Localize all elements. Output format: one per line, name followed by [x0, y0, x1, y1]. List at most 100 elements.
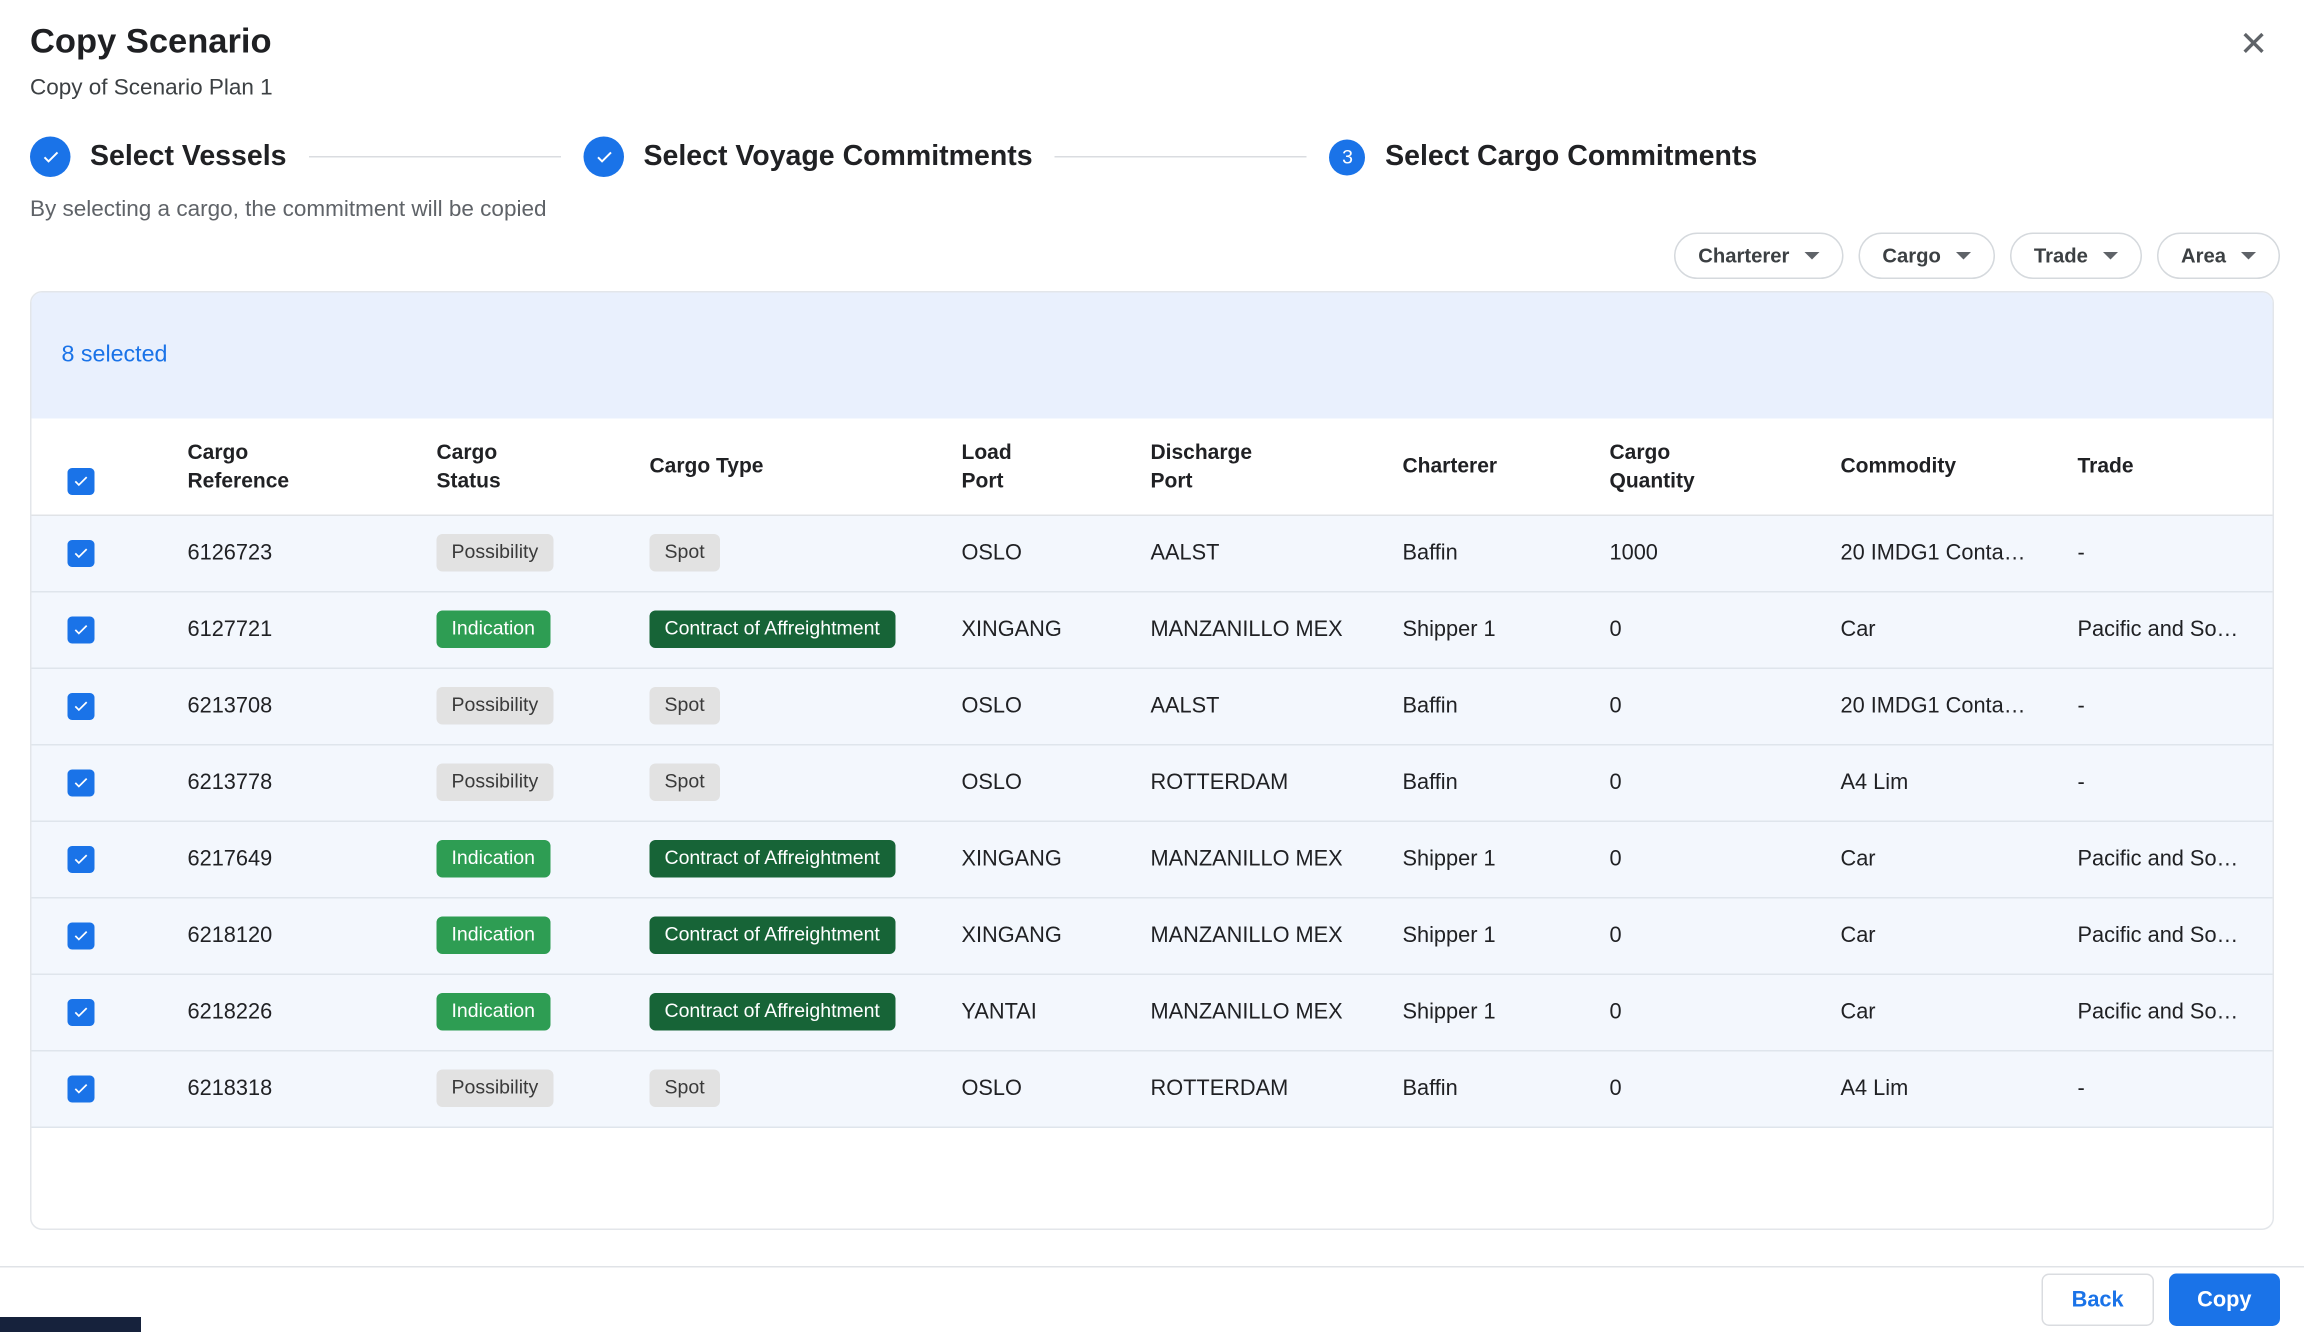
cell-load-port: OSLO — [944, 1050, 1133, 1127]
row-checkbox[interactable] — [68, 998, 95, 1025]
filter-label: Cargo — [1882, 245, 1941, 268]
step-connector — [1055, 156, 1307, 158]
chevron-down-icon — [1956, 252, 1971, 260]
modal-footer: Back Copy — [0, 1266, 2304, 1332]
cell-cargo-reference: 6213778 — [170, 744, 419, 821]
modal-header: Copy Scenario Copy of Scenario Plan 1 ✕ — [0, 0, 2304, 101]
chevron-down-icon — [1804, 252, 1819, 260]
cargo-status-badge: Indication — [437, 994, 550, 1030]
step-hint-text: By selecting a cargo, the commitment wil… — [0, 197, 2304, 223]
table-row: 6218318PossibilitySpotOSLOROTTERDAMBaffi… — [32, 1050, 2275, 1127]
filter-label: Trade — [2034, 245, 2088, 268]
cell-trade: Pacific and So… — [2060, 897, 2275, 974]
step-label: Select Vessels — [90, 140, 287, 173]
cargo-status-badge: Possibility — [437, 535, 554, 571]
column-header-cargo-status: Cargo Status — [419, 419, 632, 515]
cell-trade: - — [2060, 668, 2275, 745]
cell-commodity: 20 IMDG1 Conta… — [1823, 668, 2060, 745]
cargo-status-badge: Possibility — [437, 764, 554, 800]
step-label: Select Voyage Commitments — [644, 140, 1033, 173]
row-checkbox[interactable] — [68, 922, 95, 949]
column-header-charterer: Charterer — [1385, 419, 1592, 515]
cell-charterer: Baffin — [1385, 744, 1592, 821]
cell-load-port: XINGANG — [944, 821, 1133, 898]
cargo-commitments-table-card: 8 selected Cargo Reference Cargo Status … — [30, 291, 2274, 1230]
cargo-type-badge: Spot — [650, 1070, 720, 1106]
table-row: 6126723PossibilitySpotOSLOAALSTBaffin100… — [32, 515, 2275, 592]
filter-area-dropdown[interactable]: Area — [2157, 233, 2280, 280]
table-row: 6218120IndicationContract of Affreightme… — [32, 897, 2275, 974]
row-checkbox[interactable] — [68, 692, 95, 719]
filter-trade-dropdown[interactable]: Trade — [2010, 233, 2142, 280]
cell-trade: - — [2060, 515, 2275, 592]
cargo-status-badge: Indication — [437, 611, 550, 647]
cell-discharge-port: MANZANILLO MEX — [1133, 897, 1385, 974]
table-row: 6213708PossibilitySpotOSLOAALSTBaffin020… — [32, 668, 2275, 745]
row-checkbox[interactable] — [68, 616, 95, 643]
cell-charterer: Shipper 1 — [1385, 821, 1592, 898]
cargo-status-badge: Possibility — [437, 688, 554, 724]
cell-trade: Pacific and So… — [2060, 591, 2275, 668]
step-completed-check-icon — [584, 137, 625, 178]
cell-charterer: Shipper 1 — [1385, 974, 1592, 1051]
row-checkbox[interactable] — [68, 769, 95, 796]
filter-charterer-dropdown[interactable]: Charterer — [1674, 233, 1843, 280]
filter-label: Area — [2181, 245, 2226, 268]
cell-cargo-reference: 6127721 — [170, 591, 419, 668]
table-row: 6213778PossibilitySpotOSLOROTTERDAMBaffi… — [32, 744, 2275, 821]
copy-button[interactable]: Copy — [2169, 1274, 2280, 1327]
step-completed-check-icon — [30, 137, 71, 178]
column-header-cargo-quantity: Cargo Quantity — [1592, 419, 1823, 515]
cell-load-port: OSLO — [944, 744, 1133, 821]
column-header-load-port: Load Port — [944, 419, 1133, 515]
table-row: 6218226IndicationContract of Affreightme… — [32, 974, 2275, 1051]
cargo-type-badge: Spot — [650, 688, 720, 724]
cell-commodity: A4 Lim — [1823, 1050, 2060, 1127]
step-select-vessels[interactable]: Select Vessels — [30, 137, 287, 178]
copy-scenario-modal: Copy Scenario Copy of Scenario Plan 1 ✕ … — [0, 0, 2304, 1332]
stepper: Select Vessels Select Voyage Commitments… — [0, 137, 2304, 178]
chevron-down-icon — [2241, 252, 2256, 260]
cell-cargo-reference: 6218226 — [170, 974, 419, 1051]
column-header-trade: Trade — [2060, 419, 2275, 515]
selection-summary-bar: 8 selected — [32, 293, 2273, 419]
cell-trade: - — [2060, 744, 2275, 821]
cargo-type-badge: Contract of Affreightment — [650, 841, 895, 877]
cell-load-port: OSLO — [944, 668, 1133, 745]
cell-commodity: Car — [1823, 897, 2060, 974]
table-row: 6217649IndicationContract of Affreightme… — [32, 821, 2275, 898]
cell-cargo-quantity: 0 — [1592, 821, 1823, 898]
cell-discharge-port: ROTTERDAM — [1133, 1050, 1385, 1127]
cell-load-port: XINGANG — [944, 591, 1133, 668]
back-button[interactable]: Back — [2042, 1274, 2154, 1327]
close-icon[interactable]: ✕ — [2230, 21, 2277, 68]
cell-commodity: Car — [1823, 591, 2060, 668]
column-header-cargo-type: Cargo Type — [632, 419, 944, 515]
cell-commodity: A4 Lim — [1823, 744, 2060, 821]
row-checkbox[interactable] — [68, 845, 95, 872]
step-select-cargo-commitments[interactable]: 3 Select Cargo Commitments — [1330, 139, 1758, 175]
cell-discharge-port: AALST — [1133, 668, 1385, 745]
cell-commodity: Car — [1823, 974, 2060, 1051]
row-checkbox[interactable] — [68, 1075, 95, 1102]
step-select-voyage-commitments[interactable]: Select Voyage Commitments — [584, 137, 1033, 178]
column-header-commodity: Commodity — [1823, 419, 2060, 515]
step-number-badge: 3 — [1330, 139, 1366, 175]
chevron-down-icon — [2103, 252, 2118, 260]
cargo-commitments-table: Cargo Reference Cargo Status Cargo Type … — [32, 419, 2275, 1128]
cargo-status-badge: Possibility — [437, 1070, 554, 1106]
cargo-status-badge: Indication — [437, 841, 550, 877]
cell-cargo-quantity: 0 — [1592, 591, 1823, 668]
cell-cargo-reference: 6218318 — [170, 1050, 419, 1127]
column-header-cargo-reference: Cargo Reference — [170, 419, 419, 515]
cell-cargo-quantity: 0 — [1592, 668, 1823, 745]
cell-cargo-quantity: 1000 — [1592, 515, 1823, 592]
cell-trade: - — [2060, 1050, 2275, 1127]
row-checkbox[interactable] — [68, 539, 95, 566]
cargo-type-badge: Spot — [650, 764, 720, 800]
cell-cargo-quantity: 0 — [1592, 897, 1823, 974]
cell-cargo-quantity: 0 — [1592, 1050, 1823, 1127]
select-all-checkbox[interactable] — [68, 468, 95, 495]
cell-cargo-reference: 6213708 — [170, 668, 419, 745]
filter-cargo-dropdown[interactable]: Cargo — [1858, 233, 1995, 280]
